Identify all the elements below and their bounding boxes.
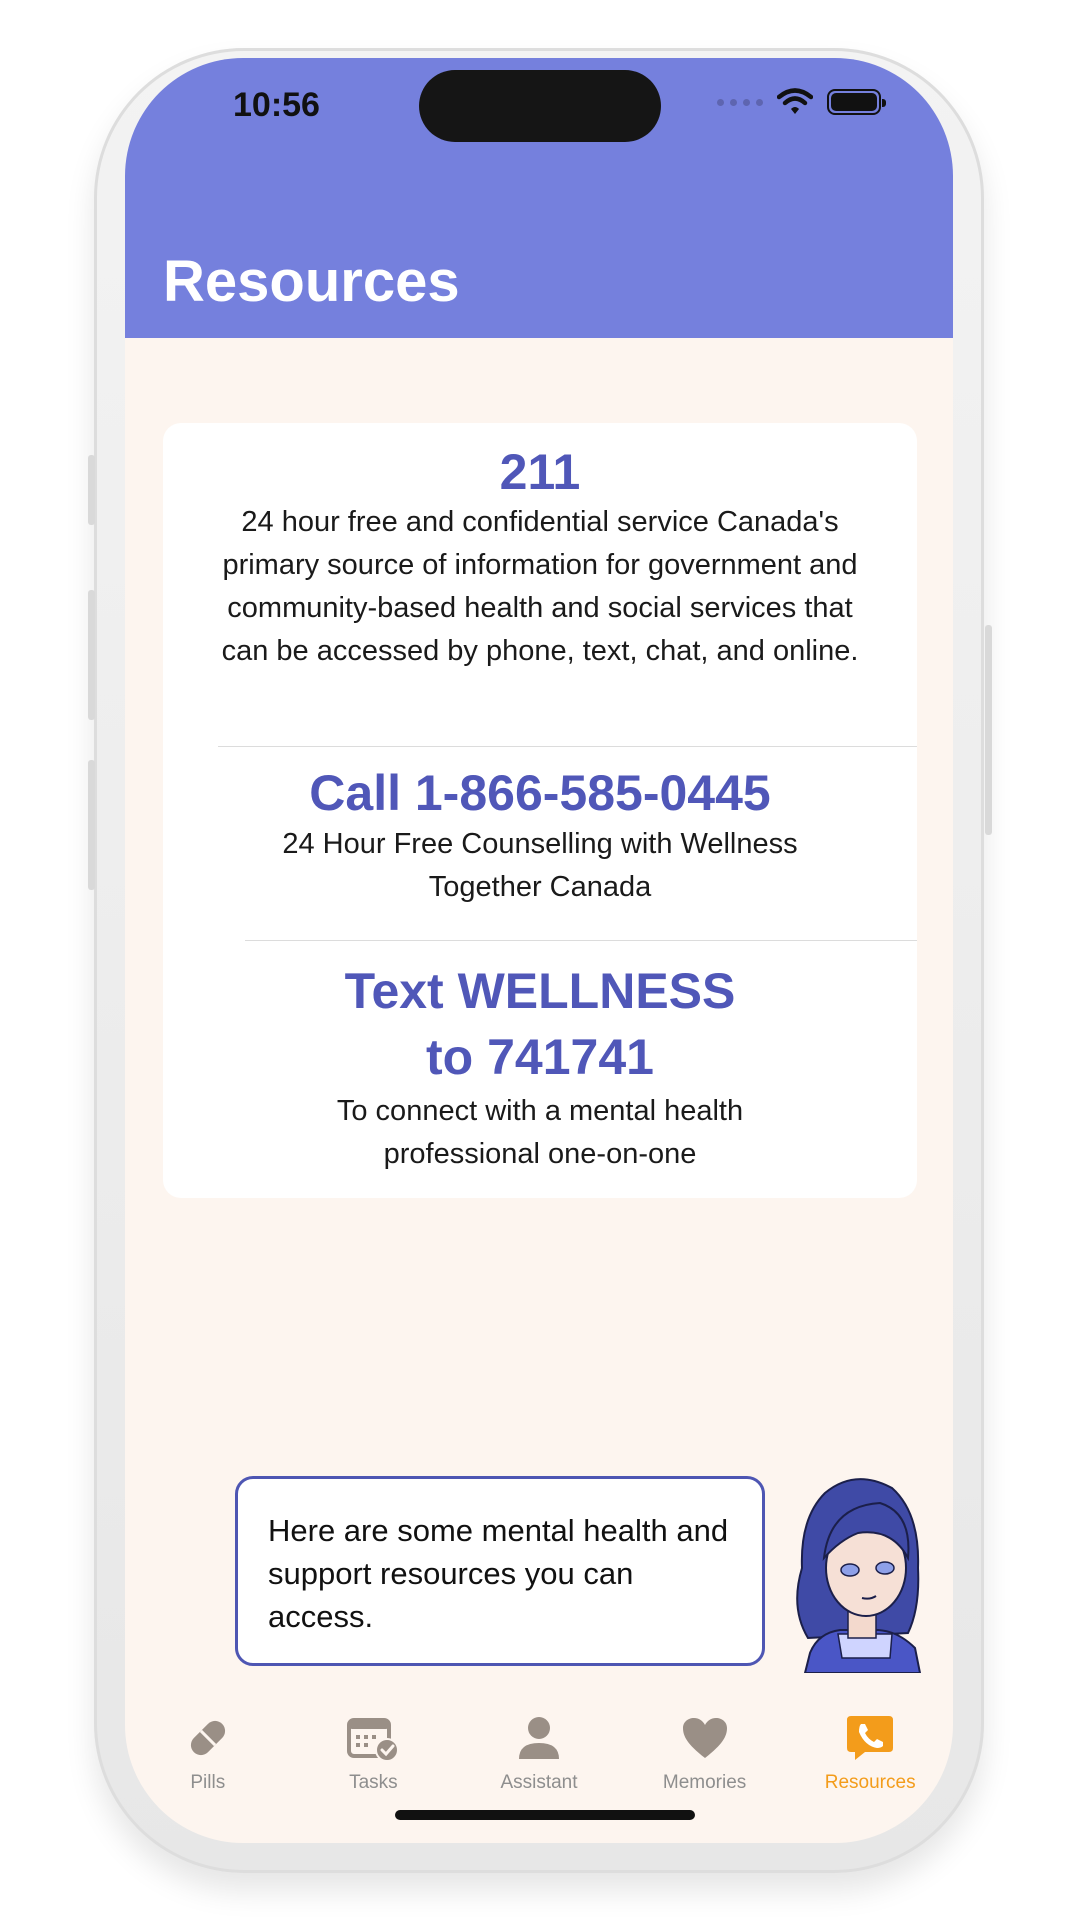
- resources-card: 211 24 hour free and confidential servic…: [163, 423, 917, 1198]
- tab-memories[interactable]: Memories: [630, 1698, 780, 1818]
- heart-icon: [677, 1710, 733, 1766]
- wifi-icon: [777, 88, 813, 114]
- resource-211[interactable]: 211 24 hour free and confidential servic…: [163, 443, 917, 673]
- resource-wellness-text[interactable]: Text WELLNESS to 741741 To connect with …: [163, 958, 917, 1176]
- text-description: To connect with a mental health professi…: [336, 1095, 744, 1170]
- battery-icon: [827, 89, 886, 115]
- header-bar: 10:56 Resources: [125, 58, 953, 338]
- tab-assistant[interactable]: Assistant: [464, 1698, 614, 1818]
- assistant-speech-bubble: Here are some mental health and support …: [235, 1476, 765, 1666]
- tab-tasks[interactable]: Tasks: [298, 1698, 448, 1818]
- tab-pills-label: Pills: [190, 1772, 226, 1793]
- tab-bar: Pills Tasks Assistant Memories Resources: [125, 1698, 953, 1818]
- volume-up-button: [88, 590, 95, 720]
- tab-assistant-label: Assistant: [500, 1772, 578, 1793]
- status-icons: [717, 88, 886, 116]
- call-description: 24 Hour Free Counselling with Wellness T…: [282, 828, 798, 903]
- assistant-message: Here are some mental health and support …: [268, 1513, 729, 1634]
- app-screen: 10:56 Resources 211 24 hour free and con…: [125, 58, 953, 1843]
- resource-211-description: 24 hour free and confidential service Ca…: [221, 506, 859, 667]
- phone-bubble-icon: [842, 1710, 898, 1766]
- home-indicator[interactable]: [395, 1810, 695, 1820]
- resource-211-heading[interactable]: 211: [163, 443, 917, 501]
- text-wellness-heading-line2[interactable]: to 741741: [163, 1024, 917, 1090]
- tab-resources-label: Resources: [824, 1772, 916, 1793]
- calendar-check-icon: [345, 1710, 401, 1766]
- dynamic-island: [419, 70, 661, 142]
- tab-pills[interactable]: Pills: [133, 1698, 283, 1818]
- cellular-signal-icon: [717, 98, 763, 106]
- power-button: [985, 625, 992, 835]
- assistant-avatar: [796, 1478, 922, 1673]
- tab-tasks-label: Tasks: [349, 1772, 398, 1793]
- call-number-heading[interactable]: Call 1-866-585-0445: [163, 763, 917, 823]
- volume-down-button: [88, 760, 95, 890]
- status-time: 10:56: [233, 86, 320, 124]
- resource-wellness-call[interactable]: Call 1-866-585-0445 24 Hour Free Counsel…: [163, 763, 917, 909]
- text-wellness-heading-line1[interactable]: Text WELLNESS: [163, 958, 917, 1024]
- page-title: Resources: [163, 249, 460, 314]
- pill-icon: [180, 1710, 236, 1766]
- tab-memories-label: Memories: [662, 1772, 747, 1793]
- divider: [245, 940, 917, 941]
- person-icon: [511, 1710, 567, 1766]
- divider: [218, 746, 917, 747]
- tab-resources[interactable]: Resources: [795, 1698, 945, 1818]
- silent-switch: [88, 455, 95, 525]
